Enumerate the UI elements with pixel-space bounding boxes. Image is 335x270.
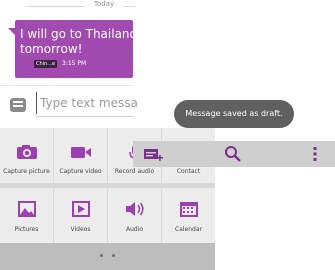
attachment-label: Videos	[70, 226, 91, 233]
attachment-capture-video[interactable]: Capture video	[54, 128, 107, 183]
camera-icon	[16, 144, 38, 164]
attach-icon[interactable]	[9, 97, 27, 113]
attachment-label: Calendar	[175, 226, 202, 233]
calendar-icon	[179, 200, 199, 222]
attachment-capture-picture[interactable]: Capture picture	[0, 128, 53, 183]
attachment-pictures[interactable]: Pictures	[0, 188, 53, 243]
message-bubble[interactable]: I will go to Thailand tomorrow! Chin...e…	[8, 20, 137, 78]
attachment-label: Pictures	[14, 226, 39, 233]
attachment-calendar[interactable]: Calendar	[162, 188, 215, 243]
attachment-label: Contact	[176, 168, 201, 175]
sim-badge: Chin...e	[34, 60, 57, 68]
message-input-underline	[36, 116, 133, 117]
video-camera-icon	[70, 144, 92, 164]
compose-divider	[0, 85, 133, 86]
picture-icon	[17, 200, 37, 222]
message-text: I will go to Thailand tomorrow!	[20, 27, 150, 57]
attachment-label: Record audio	[114, 168, 155, 175]
draft-saved-toast: Message saved as draft.	[174, 100, 294, 128]
attachment-videos[interactable]: Videos	[54, 188, 107, 243]
message-text-line-2: tomorrow!	[20, 42, 83, 56]
date-divider-left-line	[26, 6, 84, 7]
message-time: 3:15 PM	[62, 60, 87, 67]
video-play-icon	[71, 200, 91, 222]
page-indicator-dot	[100, 254, 103, 257]
attachment-label: Capture video	[59, 168, 102, 175]
date-divider-label: Today	[93, 0, 115, 8]
attachment-label: Capture picture	[3, 168, 50, 175]
attachment-audio[interactable]: Audio	[108, 188, 161, 243]
speaker-icon	[124, 200, 146, 222]
page-indicator-dot	[112, 254, 115, 257]
message-text-line-1: I will go to Thailand	[20, 27, 138, 41]
attachment-label: Audio	[125, 226, 144, 233]
message-input[interactable]	[36, 92, 137, 114]
action-bar	[133, 141, 335, 167]
search-icon[interactable]	[224, 145, 242, 167]
page-indicator-strip	[0, 243, 215, 270]
add-list-icon[interactable]	[143, 146, 163, 166]
date-divider-right-line	[124, 6, 135, 7]
overflow-menu-icon[interactable]	[312, 146, 318, 166]
